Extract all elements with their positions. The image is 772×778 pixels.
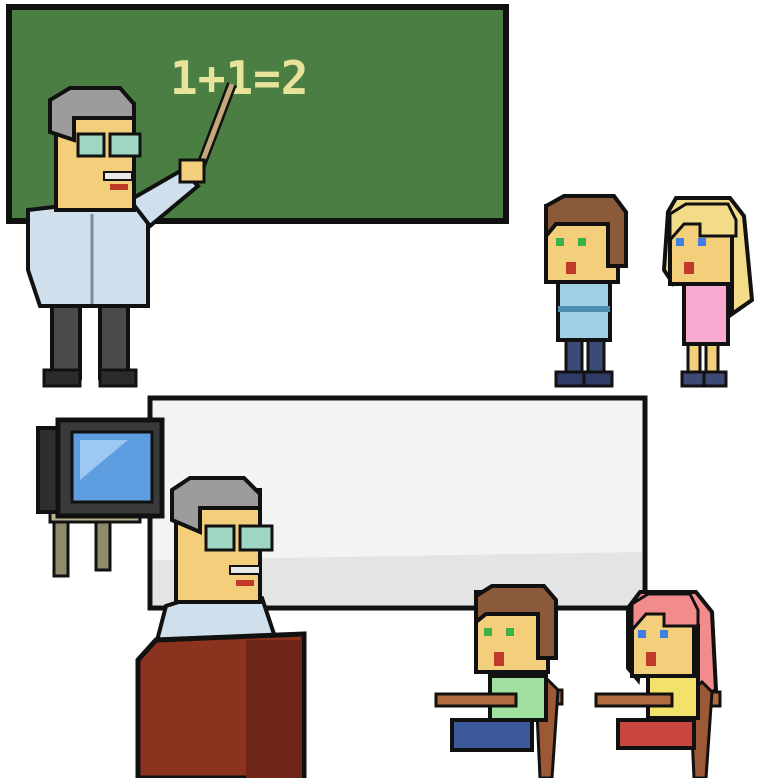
girl-seated — [594, 590, 722, 778]
boy-shoe-left — [554, 370, 586, 388]
podium-teacher-mustache — [229, 565, 261, 575]
teacher-shoe-right — [98, 368, 138, 388]
podium-side — [246, 640, 302, 778]
teacher-leg-right — [98, 298, 130, 380]
boy-seated-eye-right — [506, 628, 514, 636]
tv — [36, 417, 165, 578]
boy-seated-mouth — [494, 652, 504, 666]
girl-mouth — [684, 262, 694, 274]
teacher-shirt — [26, 193, 150, 308]
boy-seated-eye-left — [484, 628, 492, 636]
classroom-illustration: 1+1=2 — [0, 0, 772, 778]
girl-seated-mouth — [646, 652, 656, 666]
girl-seated-eye-left — [638, 630, 646, 638]
boy-shoe-right — [582, 370, 614, 388]
girl-desk — [594, 692, 674, 708]
teacher-mouth — [110, 184, 128, 190]
girl-shoe-left — [680, 370, 706, 388]
girl-seated-eye-right — [660, 630, 668, 638]
teacher-glasses-right — [108, 132, 142, 158]
girl-standing — [661, 196, 755, 388]
boy-desk — [434, 692, 518, 708]
girl-seated-skirt — [616, 718, 696, 750]
boy-standing — [544, 194, 628, 388]
teacher-leg-left — [50, 298, 82, 380]
scene-svg: 1+1=2 — [6, 4, 755, 778]
teacher-hand — [178, 158, 206, 184]
boy-seated — [434, 584, 564, 778]
boy-mouth — [566, 262, 576, 274]
podium-teacher-glasses-left — [204, 524, 236, 552]
teacher-glasses-left — [76, 132, 106, 158]
boy-shirt-stripe — [558, 306, 610, 312]
boy-eye-left — [556, 238, 564, 246]
girl-eye-left — [676, 238, 684, 246]
girl-dress — [682, 280, 730, 346]
chalkboard-equation: 1+1=2 — [170, 51, 308, 105]
girl-eye-right — [698, 238, 706, 246]
teacher-mustache — [103, 171, 133, 181]
boy-eye-right — [578, 238, 586, 246]
teacher-shoe-left — [42, 368, 82, 388]
girl-shoe-right — [702, 370, 728, 388]
podium-teacher-glasses-right — [238, 524, 274, 552]
boy-seated-pants — [450, 718, 534, 752]
podium-teacher-mouth — [236, 580, 254, 586]
